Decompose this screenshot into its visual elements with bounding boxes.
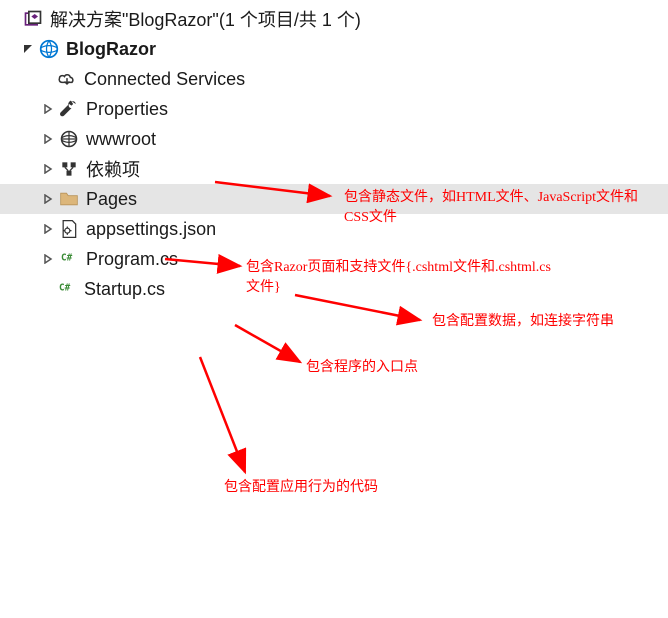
annotation-appsettings: 包含配置数据，如连接字符串 <box>432 312 614 332</box>
dependencies-label: 依赖项 <box>86 156 140 182</box>
solution-label: 解决方案"BlogRazor"(1 个项目/共 1 个) <box>50 6 361 32</box>
project-icon <box>38 38 60 60</box>
connected-services-node[interactable]: Connected Services <box>0 64 668 94</box>
program-label: Program.cs <box>86 249 178 270</box>
annotation-program: 包含程序的入口点 <box>306 358 418 378</box>
collapse-icon[interactable] <box>20 41 36 57</box>
wrench-icon <box>58 98 80 120</box>
pages-label: Pages <box>86 189 137 210</box>
annotation-pages: 包含Razor页面和支持文件{.cshtml文件和.cshtml.cs文件} <box>246 258 556 297</box>
wwwroot-node[interactable]: wwwroot <box>0 124 668 154</box>
csharp-icon: C# <box>58 248 80 270</box>
properties-node[interactable]: Properties <box>0 94 668 124</box>
wwwroot-label: wwwroot <box>86 129 156 150</box>
startup-label: Startup.cs <box>84 279 165 300</box>
dependencies-icon <box>58 158 80 180</box>
connected-services-label: Connected Services <box>84 69 245 90</box>
json-icon <box>58 218 80 240</box>
solution-icon <box>22 8 44 30</box>
folder-icon <box>58 188 80 210</box>
csharp-icon: C# <box>56 278 78 300</box>
arrow-program <box>230 320 310 370</box>
solution-node[interactable]: 解决方案"BlogRazor"(1 个项目/共 1 个) <box>0 4 668 34</box>
annotation-wwwroot: 包含静态文件，如HTML文件、JavaScript文件和CSS文件 <box>344 188 654 227</box>
cloud-icon <box>56 68 78 90</box>
dependencies-node[interactable]: 依赖项 <box>0 154 668 184</box>
expand-icon[interactable] <box>40 131 56 147</box>
annotation-startup: 包含配置应用行为的代码 <box>224 478 378 498</box>
expand-icon[interactable] <box>40 101 56 117</box>
expand-icon[interactable] <box>40 191 56 207</box>
expand-placeholder <box>4 11 20 27</box>
arrow-startup <box>190 352 260 482</box>
svg-text:C#: C# <box>59 282 71 293</box>
project-label: BlogRazor <box>66 39 156 60</box>
expand-icon[interactable] <box>40 161 56 177</box>
svg-text:C#: C# <box>61 252 73 263</box>
properties-label: Properties <box>86 99 168 120</box>
expand-icon[interactable] <box>40 251 56 267</box>
appsettings-label: appsettings.json <box>86 219 216 240</box>
expand-icon[interactable] <box>40 221 56 237</box>
globe-icon <box>58 128 80 150</box>
project-node[interactable]: BlogRazor <box>0 34 668 64</box>
